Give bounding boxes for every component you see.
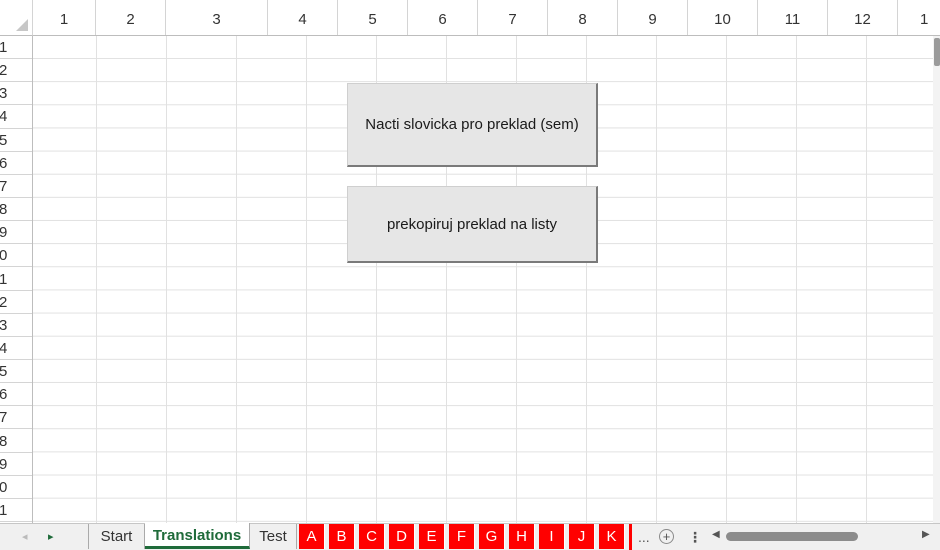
row-header[interactable]: 3 (0, 82, 32, 106)
row-header[interactable]: 8 (0, 198, 32, 222)
copy-translation-button-label: prekopiruj preklad na listy (386, 215, 558, 233)
column-header[interactable]: 6 (408, 0, 478, 35)
tab-letter-c[interactable]: C (359, 524, 385, 549)
tab-letter-a[interactable]: A (299, 524, 325, 549)
scroll-tabs-right-icon[interactable]: ▸ (48, 524, 54, 550)
horizontal-scrollbar[interactable]: ◀ ▶ (712, 529, 930, 543)
row-header[interactable]: 9 (0, 453, 32, 476)
select-all-triangle-icon (16, 19, 28, 31)
row-header[interactable]: 4 (0, 105, 32, 129)
tab-translations[interactable]: Translations (145, 523, 250, 549)
tab-letter-i[interactable]: I (539, 524, 565, 549)
row-header[interactable]: 6 (0, 383, 32, 407)
row-header[interactable]: 1 (0, 268, 32, 291)
column-header[interactable]: 4 (268, 0, 338, 35)
column-header[interactable]: 10 (688, 0, 758, 35)
tab-test[interactable]: Test (250, 524, 297, 549)
load-words-button-label: Nacti slovicka pro preklad (sem) (365, 116, 579, 133)
column-header[interactable]: 5 (338, 0, 408, 35)
column-header[interactable]: 9 (618, 0, 688, 35)
column-header[interactable]: 2 (96, 0, 166, 35)
row-header[interactable]: 6 (0, 152, 32, 175)
scroll-right-arrow-icon[interactable]: ▶ (922, 529, 930, 540)
column-header[interactable]: 1 (33, 0, 96, 35)
vertical-scrollbar[interactable] (933, 36, 940, 523)
load-words-button[interactable]: Nacti slovicka pro preklad (sem) (347, 83, 598, 167)
scroll-tabs-left-icon[interactable]: ◂ (22, 524, 28, 550)
column-header[interactable]: 11 (758, 0, 828, 35)
add-sheet-plus-icon[interactable]: + (659, 529, 674, 544)
more-tabs-ellipsis[interactable]: ... (638, 524, 650, 550)
row-header[interactable]: 7 (0, 175, 32, 198)
tab-start[interactable]: Start (89, 524, 145, 549)
row-header[interactable]: 3 (0, 314, 32, 337)
column-header[interactable]: 1 (898, 0, 940, 35)
row-headers: 123456789012345678901 (0, 36, 33, 523)
row-header[interactable]: 7 (0, 406, 32, 430)
row-header[interactable]: 5 (0, 129, 32, 152)
vertical-scroll-thumb[interactable] (934, 38, 940, 66)
scroll-left-arrow-icon[interactable]: ◀ (712, 529, 720, 540)
row-header[interactable]: 5 (0, 360, 32, 384)
row-header[interactable]: 9 (0, 221, 32, 245)
row-header[interactable]: 8 (0, 430, 32, 453)
column-headers: 1 2 3 4 5 6 7 8 9 10 11 12 1 (33, 0, 940, 36)
row-header[interactable]: 0 (0, 476, 32, 499)
tab-letter-f[interactable]: F (449, 524, 475, 549)
row-header[interactable]: 4 (0, 337, 32, 361)
tab-letter-k[interactable]: K (599, 524, 625, 549)
row-header[interactable]: 2 (0, 59, 32, 83)
tab-letter-j[interactable]: J (569, 524, 595, 549)
row-header[interactable]: 0 (0, 244, 32, 268)
column-header[interactable]: 12 (828, 0, 898, 35)
tab-letter-b[interactable]: B (329, 524, 355, 549)
sheet-tab-bar: ◂ ▸ Start Translations Test ABCDEFGHIJK … (0, 523, 940, 550)
row-header[interactable]: 2 (0, 291, 32, 314)
row-header[interactable]: 1 (0, 36, 32, 60)
column-header[interactable]: 3 (166, 0, 268, 35)
copy-translation-button[interactable]: prekopiruj preklad na listy (347, 186, 598, 263)
tab-letter-g[interactable]: G (479, 524, 505, 549)
column-header[interactable]: 8 (548, 0, 618, 35)
letter-tabs-overflow-marker (629, 524, 632, 550)
row-header[interactable]: 1 (0, 499, 32, 523)
tab-letter-h[interactable]: H (509, 524, 535, 549)
column-header[interactable]: 7 (478, 0, 548, 35)
tab-split-kebab-icon[interactable]: ⋮ (688, 524, 702, 550)
tab-letter-e[interactable]: E (419, 524, 445, 549)
tab-letter-d[interactable]: D (389, 524, 415, 549)
horizontal-scroll-thumb[interactable] (726, 532, 858, 541)
select-all-corner[interactable] (0, 0, 33, 36)
